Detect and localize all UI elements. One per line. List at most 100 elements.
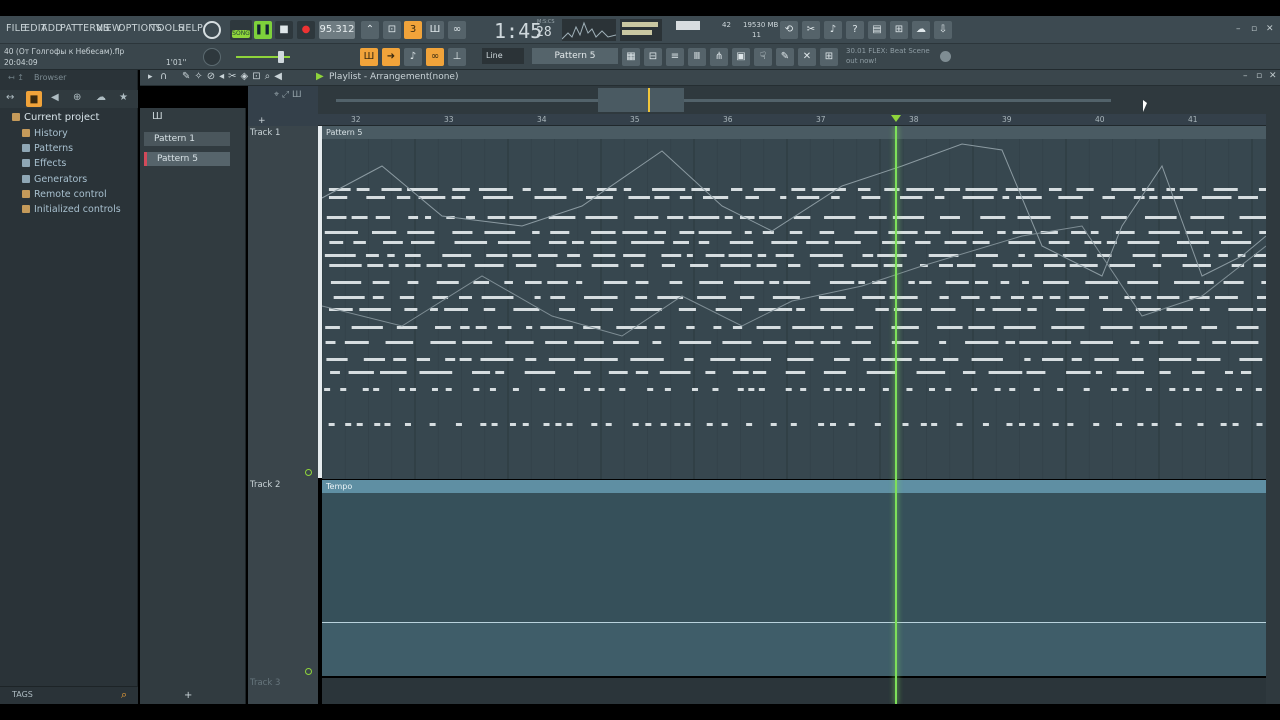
picker-pattern-5[interactable]: Pattern 5 — [144, 152, 230, 166]
playhead[interactable] — [895, 126, 897, 704]
timeline-ruler[interactable]: 32 33 34 35 36 37 38 39 40 41 — [318, 114, 1270, 126]
effects-icon — [22, 159, 30, 167]
mixer-view-icon[interactable]: Ⅲ — [688, 48, 706, 66]
clip-tempo[interactable]: Tempo — [322, 480, 1266, 493]
stop-icon[interactable]: ■ — [275, 21, 293, 39]
save-icon[interactable]: ▤ — [868, 21, 886, 39]
help-icon[interactable]: ? — [846, 21, 864, 39]
playlist-maximize-icon[interactable]: ▫ — [1256, 71, 1262, 81]
news-globe-icon[interactable] — [940, 51, 951, 62]
blend-notes-icon[interactable]: Ш — [426, 21, 444, 39]
plugin-icon[interactable]: ⊞ — [890, 21, 908, 39]
download-icon[interactable]: ⇩ — [934, 21, 952, 39]
chat-icon[interactable]: ☁ — [912, 21, 930, 39]
browser-icon[interactable]: ▦ — [622, 48, 640, 66]
countdown-icon[interactable]: 3 — [404, 21, 422, 39]
play-playlist-icon[interactable]: ▶ — [316, 71, 324, 82]
wait-input-icon[interactable]: ⊡ — [383, 21, 401, 39]
project-icon[interactable]: ▣ — [732, 48, 750, 66]
playlist-overview[interactable] — [318, 86, 1270, 114]
tree-item-initialized-controls[interactable]: Initialized controls — [22, 204, 121, 215]
metronome-icon[interactable]: ⌃ — [361, 21, 379, 39]
master-volume-knob-icon[interactable] — [203, 21, 221, 39]
playhead-marker-icon[interactable] — [891, 115, 901, 122]
tree-item-effects[interactable]: Effects — [22, 158, 66, 169]
tree-item-patterns[interactable]: Patterns — [22, 143, 73, 154]
loop-start-marker[interactable] — [318, 126, 322, 478]
memory-value: 19530 MB — [743, 21, 779, 29]
playlist-close-icon[interactable]: ✕ — [1269, 71, 1277, 81]
news-line-2[interactable]: out now! — [846, 57, 877, 65]
track-3-lane[interactable] — [322, 678, 1266, 704]
menu-help[interactable]: HELP — [178, 23, 203, 34]
loop-record-icon[interactable]: ∞ — [448, 21, 466, 39]
cut-icon[interactable]: ✂ — [802, 21, 820, 39]
mouse-cursor-icon — [1143, 100, 1147, 112]
pause-icon[interactable]: ❚❚ — [254, 21, 272, 39]
tag-icon[interactable]: ✎ — [776, 48, 794, 66]
close-icon[interactable]: ✕ — [1266, 24, 1276, 34]
pat-song-switch[interactable]: SONG — [230, 20, 252, 40]
track-2-label[interactable]: Track 2 — [250, 480, 280, 490]
piano-roll-icon[interactable]: ♪ — [404, 48, 422, 66]
picker-icon[interactable]: Ш — [152, 111, 163, 122]
plugin-picker-icon[interactable]: ⊟ — [644, 48, 662, 66]
channel-rack-icon[interactable]: ≡ — [666, 48, 684, 66]
undo-history-icon[interactable]: ⟲ — [780, 21, 798, 39]
track-2-lane[interactable]: Tempo — [322, 480, 1266, 676]
pattern-select[interactable]: Pattern 5 — [532, 48, 618, 64]
time-display[interactable]: 1:45 28 M:S:CS — [490, 17, 560, 43]
mixer-icon[interactable]: ⊥ — [448, 48, 466, 66]
news-line-1[interactable]: 30.01 FLEX: Beat Scene — [846, 47, 930, 55]
search-icon[interactable]: ⌕ — [121, 688, 127, 702]
add-pattern-icon[interactable]: + — [184, 690, 192, 701]
master-pitch-knob-icon[interactable] — [203, 48, 221, 66]
browser-nav-icon[interactable]: ↤ ↥ — [8, 73, 24, 82]
maximize-icon[interactable]: ▫ — [1251, 24, 1261, 34]
tempo-automation-fill — [322, 623, 1266, 676]
playlist-menu-icon[interactable]: ▸ — [148, 72, 153, 82]
cloud-tab-icon[interactable]: ☁ — [96, 92, 106, 103]
picker-pattern-1[interactable]: Pattern 1 — [144, 132, 230, 146]
track-3-label[interactable]: Track 3 — [250, 678, 280, 688]
tree-view-icon[interactable]: ⋔ — [710, 48, 728, 66]
magnet-icon[interactable]: ∩ — [160, 71, 167, 82]
vertical-scrollbar[interactable] — [1266, 86, 1280, 704]
track-2-mute-icon[interactable] — [305, 668, 312, 675]
snap-select[interactable]: Line — [482, 48, 524, 64]
tools-icon[interactable]: ✕ — [798, 48, 816, 66]
playlist-tools-icon[interactable]: ✎✧⊘◂✂◈⊡⌕◀ — [182, 71, 286, 82]
speaker-tab-icon[interactable]: ◀ — [51, 92, 59, 103]
playlist-grid[interactable]: Pattern 5 Tempo — [322, 126, 1266, 704]
track-1-mute-icon[interactable] — [305, 469, 312, 476]
playlist-icon[interactable]: Ш — [360, 48, 378, 66]
tree-item-remote-control[interactable]: Remote control — [22, 189, 107, 200]
step-sequencer-icon[interactable]: ➜ — [382, 48, 400, 66]
shop-icon[interactable]: ⊞ — [820, 48, 838, 66]
tree-item-history[interactable]: History — [22, 128, 68, 139]
tree-item-generators[interactable]: Generators — [22, 174, 87, 185]
plugin-tab-icon[interactable]: ⊕ — [73, 92, 81, 103]
favorites-tab-icon[interactable]: ★ — [119, 92, 128, 103]
tags-label[interactable]: TAGS — [12, 690, 33, 699]
current-project-tab-icon[interactable]: ▆ — [26, 91, 42, 107]
zoom-icon[interactable]: ⌖ ⤢ Ш — [274, 90, 302, 100]
track-1-label[interactable]: Track 1 — [250, 128, 280, 138]
overview-playhead — [648, 88, 650, 112]
master-volume-slider[interactable] — [236, 51, 290, 63]
tree-root-current-project[interactable]: Current project — [12, 112, 99, 123]
record-icon[interactable]: ● — [297, 21, 315, 39]
overview-viewport[interactable] — [598, 88, 684, 112]
playlist-minimize-icon[interactable]: – — [1243, 71, 1248, 81]
tempo-display[interactable]: 95.312 — [319, 21, 355, 39]
add-track-icon[interactable]: + — [258, 116, 266, 126]
link-icon[interactable]: ∞ — [426, 48, 444, 66]
tree-item-label: Patterns — [34, 143, 74, 154]
expand-icon[interactable]: ↔ — [6, 92, 14, 103]
minimize-icon[interactable]: – — [1236, 24, 1246, 34]
microphone-icon[interactable]: ♪ — [824, 21, 842, 39]
slider-handle[interactable] — [278, 51, 284, 63]
arrangement-select[interactable]: (none) — [429, 72, 458, 82]
touch-icon[interactable]: ☟ — [754, 48, 772, 66]
track-1-lane[interactable]: Pattern 5 — [322, 126, 1266, 479]
